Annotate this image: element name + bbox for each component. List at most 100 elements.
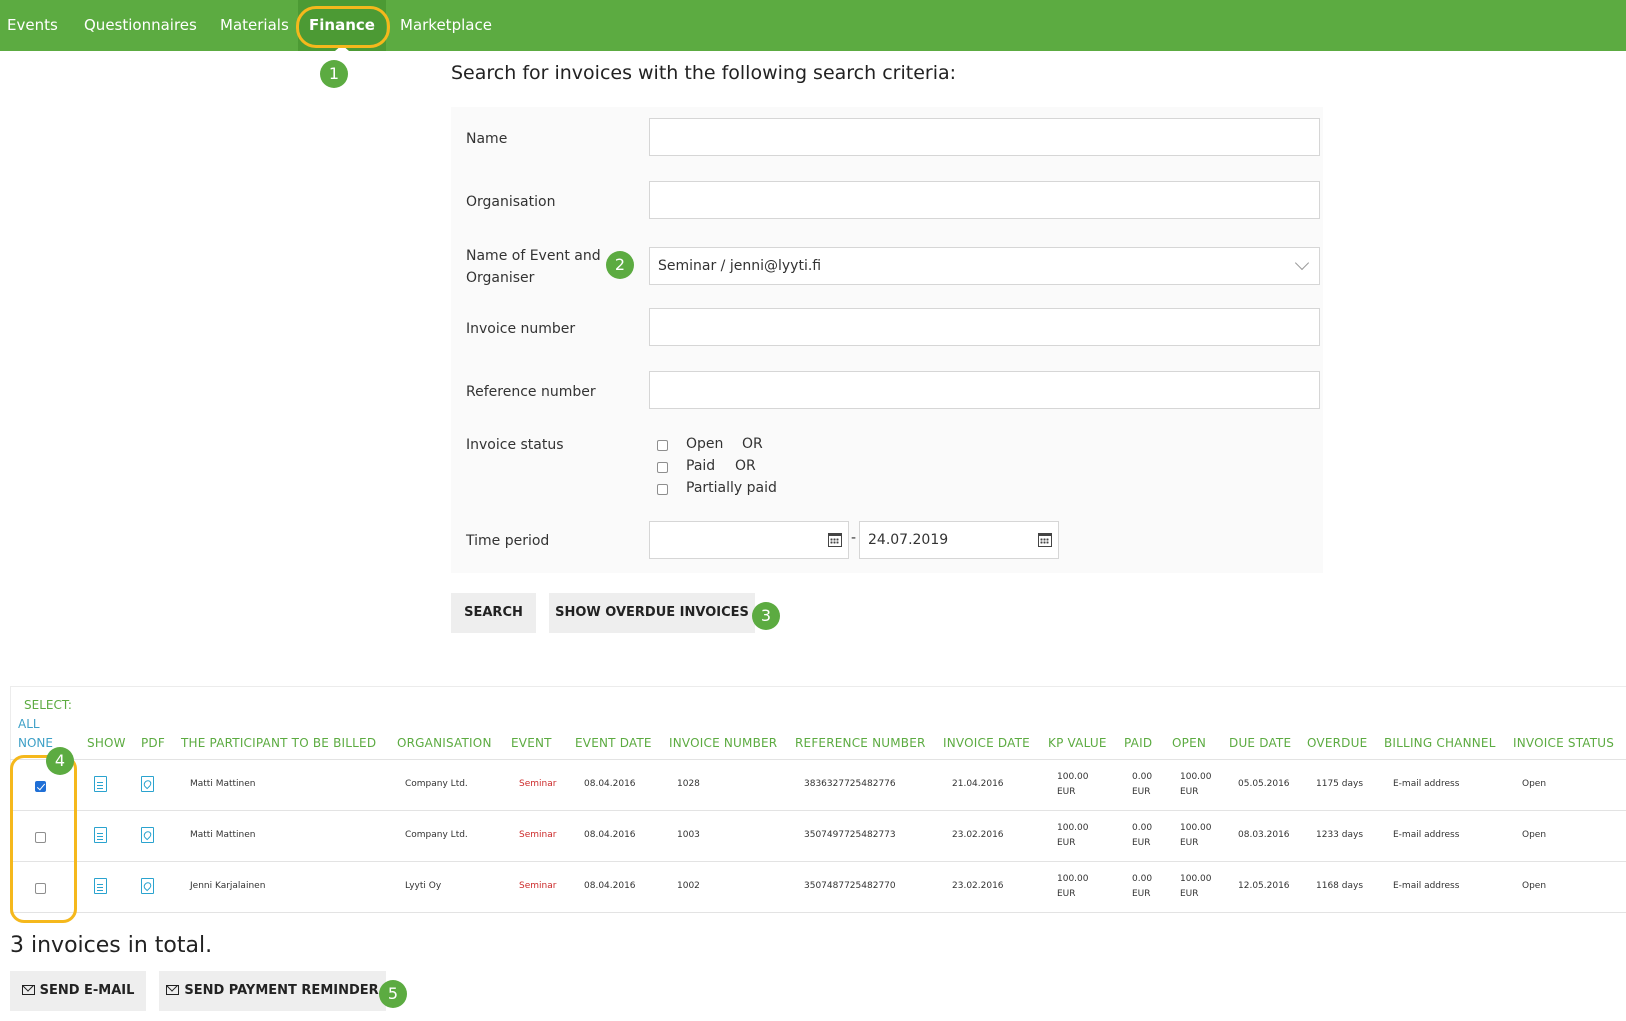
- row-2-invoice-date: 23.02.2016: [952, 830, 1004, 840]
- row-3-paid: 0.00: [1132, 874, 1153, 884]
- row-3-pdf-icon[interactable]: [141, 878, 154, 894]
- status-open-or: OR: [742, 436, 763, 452]
- status-open-checkbox[interactable]: [657, 440, 668, 451]
- status-partially-paid-checkbox[interactable]: [657, 484, 668, 495]
- calendar-icon[interactable]: [828, 533, 842, 547]
- finance-highlight: [296, 6, 390, 48]
- header-invoice-status[interactable]: INVOICE STATUS: [1513, 736, 1614, 750]
- status-open-label: Open: [686, 436, 724, 452]
- row-1-status: Open: [1522, 779, 1547, 789]
- row-1-event-link[interactable]: Seminar: [519, 777, 556, 792]
- row-3-kp-value: 100.00: [1057, 874, 1089, 884]
- row-1-invoice-date: 21.04.2016: [952, 779, 1004, 789]
- nav-item-events[interactable]: Events: [7, 0, 58, 51]
- invoice-number-label: Invoice number: [466, 321, 576, 337]
- nav-item-questionnaires[interactable]: Questionnaires: [84, 0, 197, 51]
- reference-number-input[interactable]: [649, 371, 1320, 409]
- row-2-due-date: 08.03.2016: [1238, 830, 1290, 840]
- row-2-pdf-icon[interactable]: [141, 827, 154, 843]
- reference-number-label: Reference number: [466, 384, 596, 400]
- organisation-input[interactable]: [649, 181, 1320, 219]
- row-1-invoice-number: 1028: [677, 779, 700, 789]
- row-1-pdf-icon[interactable]: [141, 776, 154, 792]
- select-none-link[interactable]: NONE: [18, 736, 53, 750]
- table-header-divider: [10, 759, 1626, 760]
- row-2-paid-currency: EUR: [1132, 838, 1151, 848]
- invoice-number-input[interactable]: [649, 308, 1320, 346]
- row-2-billing-channel: E-mail address: [1393, 830, 1460, 840]
- send-email-button[interactable]: SEND E-MAIL: [10, 971, 146, 1011]
- row-1-show-document-icon[interactable]: [94, 776, 107, 792]
- step-badge-5: 5: [379, 980, 407, 1008]
- show-overdue-invoices-button[interactable]: SHOW OVERDUE INVOICES: [549, 593, 755, 633]
- row-1-overdue: 1175 days: [1316, 779, 1364, 789]
- row-2-show-document-icon[interactable]: [94, 827, 107, 843]
- nav-item-materials[interactable]: Materials: [220, 0, 289, 51]
- header-organisation[interactable]: ORGANISATION: [397, 736, 492, 750]
- row-2-overdue: 1233 days: [1316, 830, 1364, 840]
- status-paid-label: Paid: [686, 458, 716, 474]
- select-all-link[interactable]: ALL: [18, 717, 40, 731]
- row-3-invoice-date: 23.02.2016: [952, 881, 1004, 891]
- header-billing-channel[interactable]: BILLING CHANNEL: [1384, 736, 1496, 750]
- invoice-total-text: 3 invoices in total.: [10, 933, 213, 958]
- send-payment-reminder-button[interactable]: SEND PAYMENT REMINDER: [159, 971, 386, 1011]
- event-organiser-select-value: Seminar / jenni@lyyti.fi: [658, 258, 822, 274]
- row-3-event-date: 08.04.2016: [584, 881, 636, 891]
- row-2-open: 100.00: [1180, 823, 1212, 833]
- row-2-kp-value: 100.00: [1057, 823, 1089, 833]
- row-3-organisation: Lyyti Oy: [405, 881, 442, 891]
- row-divider: [10, 912, 1626, 913]
- row-3-paid-currency: EUR: [1132, 889, 1151, 899]
- row-3-reference-number: 3507487725482770: [804, 881, 896, 891]
- search-button[interactable]: SEARCH: [451, 593, 536, 633]
- event-organiser-label-line2: Organiser: [466, 270, 535, 286]
- header-invoice-number[interactable]: INVOICE NUMBER: [669, 736, 777, 750]
- row-2-event-date: 08.04.2016: [584, 830, 636, 840]
- event-organiser-label-line1: Name of Event and: [466, 248, 601, 264]
- row-3-billing-channel: E-mail address: [1393, 881, 1460, 891]
- header-event[interactable]: EVENT: [511, 736, 552, 750]
- row-1-kp-currency: EUR: [1057, 787, 1076, 797]
- row-1-open-currency: EUR: [1180, 787, 1199, 797]
- time-period-label: Time period: [466, 533, 550, 549]
- header-reference-number[interactable]: REFERENCE NUMBER: [795, 736, 926, 750]
- row-1-kp-value: 100.00: [1057, 772, 1089, 782]
- header-paid[interactable]: PAID: [1124, 736, 1152, 750]
- row-1-billing-channel: E-mail address: [1393, 779, 1460, 789]
- status-paid-checkbox[interactable]: [657, 462, 668, 473]
- event-organiser-select[interactable]: Seminar / jenni@lyyti.fi: [649, 247, 1320, 285]
- row-3-show-document-icon[interactable]: [94, 878, 107, 894]
- step-badge-1: 1: [320, 60, 348, 88]
- row-1-participant: Matti Mattinen: [190, 779, 256, 789]
- header-pdf: PDF: [141, 736, 165, 750]
- header-kp-value[interactable]: KP VALUE: [1048, 736, 1107, 750]
- header-overdue[interactable]: OVERDUE: [1307, 736, 1367, 750]
- date-separator: -: [851, 530, 857, 546]
- row-1-paid: 0.00: [1132, 772, 1153, 782]
- header-invoice-date[interactable]: INVOICE DATE: [943, 736, 1030, 750]
- row-1-reference-number: 3836327725482776: [804, 779, 896, 789]
- calendar-icon[interactable]: [1038, 533, 1052, 547]
- header-event-date[interactable]: EVENT DATE: [575, 736, 652, 750]
- row-1-due-date: 05.05.2016: [1238, 779, 1290, 789]
- row-3-open-currency: EUR: [1180, 889, 1199, 899]
- nav-item-marketplace[interactable]: Marketplace: [400, 0, 492, 51]
- header-due-date[interactable]: DUE DATE: [1229, 736, 1291, 750]
- name-input[interactable]: [649, 118, 1320, 156]
- row-2-paid: 0.00: [1132, 823, 1153, 833]
- header-open[interactable]: OPEN: [1172, 736, 1206, 750]
- row-2-event-link[interactable]: Seminar: [519, 828, 556, 843]
- date-to-input[interactable]: 24.07.2019: [859, 521, 1059, 559]
- select-label: SELECT:: [24, 698, 72, 712]
- row-1-open: 100.00: [1180, 772, 1212, 782]
- row-3-event-link[interactable]: Seminar: [519, 879, 556, 894]
- checkbox-column-highlight: [10, 755, 77, 923]
- header-participant[interactable]: THE PARTICIPANT TO BE BILLED: [181, 736, 376, 750]
- date-from-input[interactable]: [649, 521, 849, 559]
- row-3-status: Open: [1522, 881, 1547, 891]
- row-2-kp-currency: EUR: [1057, 838, 1076, 848]
- row-3-invoice-number: 1002: [677, 881, 700, 891]
- row-3-overdue: 1168 days: [1316, 881, 1364, 891]
- organisation-label: Organisation: [466, 194, 556, 210]
